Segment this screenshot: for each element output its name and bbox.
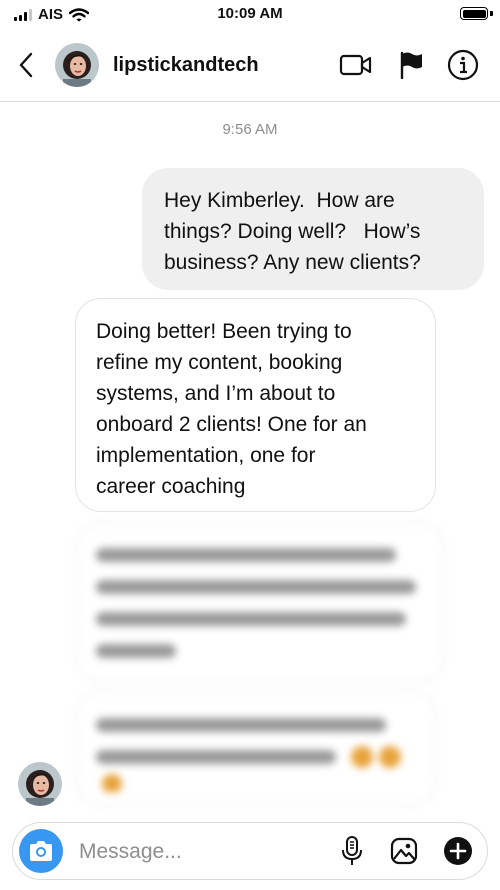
- message-line: business? Any new clients?: [164, 251, 421, 274]
- status-time: 10:09 AM: [217, 5, 283, 22]
- gallery-button[interactable]: [387, 834, 421, 868]
- chat-header: lipstickandtech: [0, 28, 500, 102]
- blurred-text-placeholder: [96, 718, 401, 794]
- avatar-image: [18, 762, 62, 806]
- battery-cap: [490, 11, 493, 16]
- message-line: Hey Kimberley. How are: [164, 189, 395, 212]
- flag-icon: [400, 51, 422, 79]
- message-line: systems, and I’m about to: [96, 382, 336, 405]
- blurred-text-placeholder: [96, 548, 416, 658]
- message-line: things? Doing well? How’s: [164, 220, 421, 243]
- voice-message-button[interactable]: [335, 834, 369, 868]
- message-line: refine my content, booking: [96, 351, 343, 374]
- header-avatar[interactable]: [55, 43, 99, 87]
- camera-button[interactable]: [19, 829, 63, 873]
- message-timestamp: 9:56 AM: [222, 121, 278, 138]
- message-line: Doing better! Been trying to: [96, 320, 352, 343]
- outgoing-message-bubble[interactable]: Hey Kimberley. How are things? Doing wel…: [142, 168, 484, 290]
- incoming-message-bubble[interactable]: Doing better! Been trying to refine my c…: [75, 298, 436, 512]
- message-line: career coaching: [96, 475, 246, 498]
- video-call-button[interactable]: [339, 48, 373, 82]
- report-button[interactable]: [394, 48, 428, 82]
- blurred-message-bubble[interactable]: [75, 522, 445, 682]
- plus-icon: [444, 837, 472, 865]
- more-options-button[interactable]: [441, 834, 475, 868]
- message-input[interactable]: [79, 837, 319, 867]
- info-button[interactable]: [446, 48, 480, 82]
- chat-username[interactable]: lipstickandtech: [113, 54, 259, 77]
- back-chevron-icon: [19, 52, 33, 78]
- video-camera-icon: [339, 54, 372, 76]
- info-icon: [447, 49, 479, 81]
- avatar-image: [55, 43, 99, 87]
- camera-icon: [30, 841, 52, 861]
- microphone-icon: [342, 836, 362, 865]
- blurred-message-bubble[interactable]: [75, 690, 437, 806]
- sender-avatar[interactable]: [18, 762, 62, 806]
- message-line: implementation, one for: [96, 444, 316, 467]
- message-line: onboard 2 clients! One for an: [96, 413, 367, 436]
- battery-icon: [460, 7, 488, 20]
- status-bar: AIS 10:09 AM: [0, 0, 500, 28]
- back-button[interactable]: [12, 48, 40, 82]
- gallery-icon: [390, 837, 418, 865]
- message-composer: [12, 822, 488, 880]
